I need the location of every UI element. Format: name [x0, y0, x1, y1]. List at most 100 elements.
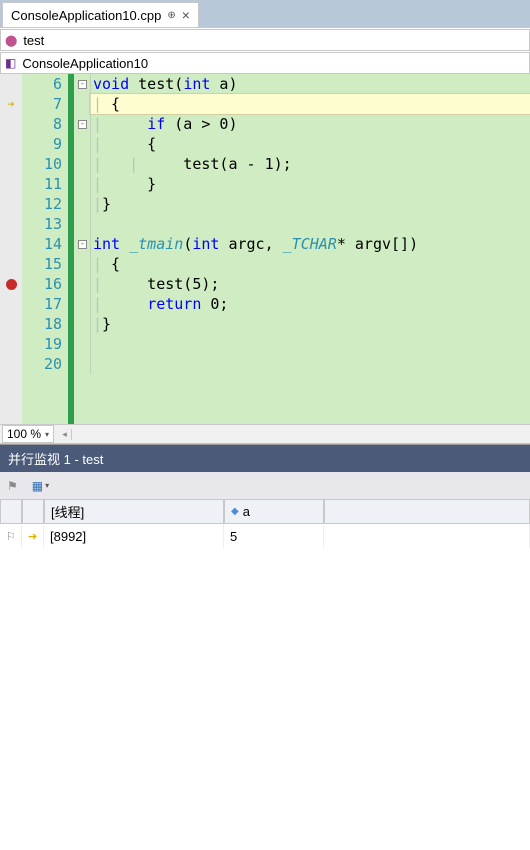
watch-header-add[interactable]	[324, 500, 530, 524]
zoom-dropdown[interactable]: 100 %	[2, 425, 54, 443]
fold-cell[interactable]	[74, 334, 90, 354]
fold-cell[interactable]	[74, 174, 90, 194]
zoom-level: 100 %	[7, 427, 41, 441]
flag-outline-icon: ⚐	[6, 530, 16, 543]
fold-cell[interactable]: -	[74, 234, 90, 254]
fold-cell[interactable]	[74, 214, 90, 234]
scroll-left-button[interactable]: ◂	[58, 429, 72, 440]
watch-row-thread[interactable]: [8992]	[44, 524, 224, 548]
code-line[interactable]: void test(int a)	[90, 74, 530, 94]
method-icon: ⬤	[5, 34, 17, 47]
dropdown-arrow-icon: ▾	[45, 481, 49, 490]
code-line[interactable]: |}	[90, 314, 530, 334]
line-number: 6	[22, 74, 62, 94]
line-number: 19	[22, 334, 62, 354]
code-line[interactable]: | | test(a - 1);	[90, 154, 530, 174]
line-number: 9	[22, 134, 62, 154]
fold-cell[interactable]	[74, 354, 90, 374]
code-line[interactable]: | }	[90, 174, 530, 194]
parallel-watch-panel: 并行监视 1 - test ⚑ ▦ ▾ [线程] ◆ a ⚐ ➔ [8992]5	[0, 444, 530, 850]
watch-toolbar: ⚑ ▦ ▾	[0, 472, 530, 500]
grid-icon: ▦	[32, 479, 43, 493]
watch-row-var1[interactable]: 5	[224, 524, 324, 548]
code-line[interactable]: | {	[90, 254, 530, 274]
code-editor: ➔ 67891011121314151617181920 --- void te…	[0, 74, 530, 424]
watch-grid: [线程] ◆ a ⚐ ➔ [8992]5	[0, 500, 530, 548]
fold-cell[interactable]	[74, 314, 90, 334]
columns-button[interactable]: ▦ ▾	[29, 476, 52, 496]
code-line[interactable]: |}	[90, 194, 530, 214]
class-icon: ◧	[5, 56, 16, 70]
code-line[interactable]: | return 0;	[90, 294, 530, 314]
fold-cell[interactable]	[74, 254, 90, 274]
code-line[interactable]	[90, 334, 530, 354]
code-area[interactable]: void test(int a)| {| if (a > 0)| {| | te…	[90, 74, 530, 424]
line-number: 7	[22, 94, 62, 114]
close-icon[interactable]: ×	[182, 7, 190, 23]
gutter-row[interactable]	[0, 254, 22, 274]
class-scope-dropdown[interactable]: ◧ ConsoleApplication10	[0, 52, 530, 74]
fold-cell[interactable]	[74, 94, 90, 114]
code-line[interactable]: | test(5);	[90, 274, 530, 294]
code-line[interactable]: | if (a > 0)	[90, 114, 530, 134]
line-number: 17	[22, 294, 62, 314]
tab-filename: ConsoleApplication10.cpp	[11, 8, 161, 23]
code-line[interactable]	[90, 214, 530, 234]
code-line[interactable]	[90, 354, 530, 374]
pin-icon[interactable]: ⊕	[167, 10, 175, 21]
watch-title: 并行监视 1 - test	[0, 445, 530, 472]
breakpoint-gutter[interactable]: ➔	[0, 74, 22, 424]
flag-icon: ⚑	[7, 479, 18, 493]
gutter-row[interactable]	[0, 174, 22, 194]
variable-icon: ◆	[231, 506, 239, 517]
gutter-row[interactable]	[0, 354, 22, 374]
gutter-row[interactable]	[0, 294, 22, 314]
gutter-row[interactable]	[0, 314, 22, 334]
gutter-row[interactable]	[0, 154, 22, 174]
class-scope-label: ConsoleApplication10	[22, 56, 148, 71]
breakpoint-icon	[6, 279, 17, 290]
watch-row-flag[interactable]: ⚐	[0, 524, 22, 548]
fold-toggle-icon[interactable]: -	[78, 120, 87, 129]
fold-cell[interactable]: -	[74, 74, 90, 94]
code-line[interactable]: | {	[90, 134, 530, 154]
fold-cell[interactable]	[74, 274, 90, 294]
fold-cell[interactable]: -	[74, 114, 90, 134]
fold-cell[interactable]	[74, 294, 90, 314]
gutter-row[interactable]	[0, 274, 22, 294]
line-number: 20	[22, 354, 62, 374]
editor-footer-bar: 100 % ◂	[0, 424, 530, 444]
watch-row-empty[interactable]	[324, 524, 530, 548]
gutter-row[interactable]	[0, 114, 22, 134]
gutter-row[interactable]	[0, 214, 22, 234]
function-scope-dropdown[interactable]: ⬤ test	[0, 29, 530, 51]
document-tab[interactable]: ConsoleApplication10.cpp ⊕ ×	[2, 2, 199, 27]
fold-cell[interactable]	[74, 134, 90, 154]
line-number: 11	[22, 174, 62, 194]
line-number: 15	[22, 254, 62, 274]
gutter-row[interactable]	[0, 334, 22, 354]
gutter-row[interactable]: ➔	[0, 94, 22, 114]
fold-cell[interactable]	[74, 154, 90, 174]
function-scope-label: test	[23, 33, 44, 48]
fold-toggle-icon[interactable]: -	[78, 240, 87, 249]
gutter-row[interactable]	[0, 74, 22, 94]
watch-header-current[interactable]	[22, 500, 44, 524]
watch-header-thread-label: [线程]	[51, 502, 84, 521]
watch-header-thread[interactable]: [线程]	[44, 500, 224, 524]
flag-filter-button[interactable]: ⚑	[4, 476, 21, 496]
line-number: 18	[22, 314, 62, 334]
fold-gutter[interactable]: - - -	[74, 74, 90, 424]
watch-header-var1[interactable]: ◆ a	[224, 500, 324, 524]
line-number: 13	[22, 214, 62, 234]
current-thread-arrow-icon: ➔	[28, 530, 37, 543]
gutter-row[interactable]	[0, 194, 22, 214]
watch-header-flag[interactable]	[0, 500, 22, 524]
gutter-row[interactable]	[0, 234, 22, 254]
fold-toggle-icon[interactable]: -	[78, 80, 87, 89]
line-number: 16	[22, 274, 62, 294]
gutter-row[interactable]	[0, 134, 22, 154]
code-line[interactable]: int _tmain(int argc, _TCHAR* argv[])	[90, 234, 530, 254]
code-line[interactable]: | {	[90, 94, 530, 114]
fold-cell[interactable]	[74, 194, 90, 214]
